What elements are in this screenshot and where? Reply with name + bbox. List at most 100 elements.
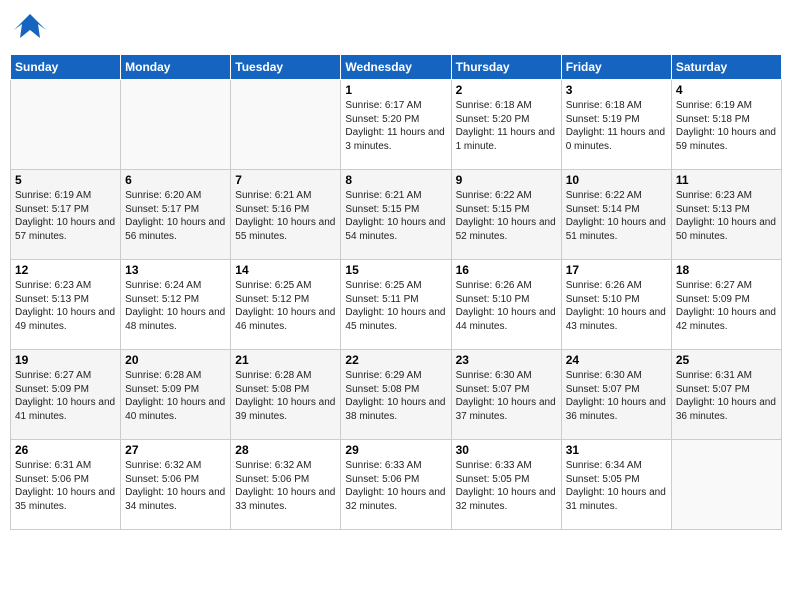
day-info: Sunrise: 6:32 AMSunset: 5:06 PMDaylight:… [235, 459, 336, 513]
calendar-day-18: 18 Sunrise: 6:27 AMSunset: 5:09 PMDayligh… [671, 260, 781, 350]
calendar-empty-cell [121, 80, 231, 170]
day-info: Sunrise: 6:23 AMSunset: 5:13 PMDaylight:… [15, 279, 116, 333]
day-number: 19 [15, 353, 116, 367]
weekday-header-thursday: Thursday [451, 55, 561, 80]
calendar-week-row: 12 Sunrise: 6:23 AMSunset: 5:13 PMDayligh… [11, 260, 782, 350]
day-info: Sunrise: 6:20 AMSunset: 5:17 PMDaylight:… [125, 189, 226, 243]
day-number: 21 [235, 353, 336, 367]
day-info: Sunrise: 6:18 AMSunset: 5:19 PMDaylight:… [566, 99, 667, 153]
weekday-header-tuesday: Tuesday [231, 55, 341, 80]
day-number: 28 [235, 443, 336, 457]
day-info: Sunrise: 6:21 AMSunset: 5:16 PMDaylight:… [235, 189, 336, 243]
day-number: 9 [456, 173, 557, 187]
calendar-header-row: SundayMondayTuesdayWednesdayThursdayFrid… [11, 55, 782, 80]
day-info: Sunrise: 6:22 AMSunset: 5:14 PMDaylight:… [566, 189, 667, 243]
day-number: 12 [15, 263, 116, 277]
calendar-day-17: 17 Sunrise: 6:26 AMSunset: 5:10 PMDayligh… [561, 260, 671, 350]
day-number: 6 [125, 173, 226, 187]
day-number: 7 [235, 173, 336, 187]
day-number: 22 [345, 353, 446, 367]
weekday-header-sunday: Sunday [11, 55, 121, 80]
calendar-day-5: 5 Sunrise: 6:19 AMSunset: 5:17 PMDaylight… [11, 170, 121, 260]
day-info: Sunrise: 6:33 AMSunset: 5:05 PMDaylight:… [456, 459, 557, 513]
calendar-day-6: 6 Sunrise: 6:20 AMSunset: 5:17 PMDaylight… [121, 170, 231, 260]
day-number: 31 [566, 443, 667, 457]
page-header [10, 10, 782, 46]
day-info: Sunrise: 6:27 AMSunset: 5:09 PMDaylight:… [676, 279, 777, 333]
calendar-week-row: 19 Sunrise: 6:27 AMSunset: 5:09 PMDayligh… [11, 350, 782, 440]
day-info: Sunrise: 6:31 AMSunset: 5:06 PMDaylight:… [15, 459, 116, 513]
calendar-day-16: 16 Sunrise: 6:26 AMSunset: 5:10 PMDayligh… [451, 260, 561, 350]
day-number: 23 [456, 353, 557, 367]
day-info: Sunrise: 6:24 AMSunset: 5:12 PMDaylight:… [125, 279, 226, 333]
day-number: 18 [676, 263, 777, 277]
day-info: Sunrise: 6:30 AMSunset: 5:07 PMDaylight:… [566, 369, 667, 423]
calendar-day-9: 9 Sunrise: 6:22 AMSunset: 5:15 PMDaylight… [451, 170, 561, 260]
calendar-day-15: 15Sunrise: 6:25 AMSunset: 5:11 PMDayligh… [341, 260, 451, 350]
weekday-header-monday: Monday [121, 55, 231, 80]
day-number: 5 [15, 173, 116, 187]
day-number: 17 [566, 263, 667, 277]
calendar-day-2: 2 Sunrise: 6:18 AMSunset: 5:20 PMDaylight… [451, 80, 561, 170]
calendar-day-22: 22 Sunrise: 6:29 AMSunset: 5:08 PMDayligh… [341, 350, 451, 440]
calendar-day-21: 21 Sunrise: 6:28 AMSunset: 5:08 PMDayligh… [231, 350, 341, 440]
calendar-empty-cell [11, 80, 121, 170]
day-info: Sunrise: 6:32 AMSunset: 5:06 PMDaylight:… [125, 459, 226, 513]
calendar-week-row: 5 Sunrise: 6:19 AMSunset: 5:17 PMDaylight… [11, 170, 782, 260]
day-info: Sunrise: 6:28 AMSunset: 5:08 PMDaylight:… [235, 369, 336, 423]
day-info: Sunrise: 6:23 AMSunset: 5:13 PMDaylight:… [676, 189, 777, 243]
day-info: Sunrise: 6:26 AMSunset: 5:10 PMDaylight:… [566, 279, 667, 333]
calendar-day-26: 26Sunrise: 6:31 AMSunset: 5:06 PMDayligh… [11, 440, 121, 530]
calendar-day-11: 11 Sunrise: 6:23 AMSunset: 5:13 PMDayligh… [671, 170, 781, 260]
day-info: Sunrise: 6:26 AMSunset: 5:10 PMDaylight:… [456, 279, 557, 333]
day-info: Sunrise: 6:31 AMSunset: 5:07 PMDaylight:… [676, 369, 777, 423]
calendar-day-1: 1 Sunrise: 6:17 AMSunset: 5:20 PMDaylight… [341, 80, 451, 170]
day-info: Sunrise: 6:19 AMSunset: 5:18 PMDaylight:… [676, 99, 777, 153]
calendar-day-13: 13 Sunrise: 6:24 AMSunset: 5:12 PMDayligh… [121, 260, 231, 350]
day-number: 27 [125, 443, 226, 457]
calendar-day-3: 3 Sunrise: 6:18 AMSunset: 5:19 PMDaylight… [561, 80, 671, 170]
day-number: 10 [566, 173, 667, 187]
day-number: 1 [345, 83, 446, 97]
day-number: 24 [566, 353, 667, 367]
day-info: Sunrise: 6:28 AMSunset: 5:09 PMDaylight:… [125, 369, 226, 423]
calendar-empty-cell [231, 80, 341, 170]
calendar-table: SundayMondayTuesdayWednesdayThursdayFrid… [10, 54, 782, 530]
day-number: 15 [345, 263, 446, 277]
day-number: 13 [125, 263, 226, 277]
day-number: 3 [566, 83, 667, 97]
calendar-day-23: 23 Sunrise: 6:30 AMSunset: 5:07 PMDayligh… [451, 350, 561, 440]
calendar-day-4: 4Sunrise: 6:19 AMSunset: 5:18 PMDaylight… [671, 80, 781, 170]
calendar-day-31: 31 Sunrise: 6:34 AMSunset: 5:05 PMDayligh… [561, 440, 671, 530]
calendar-day-8: 8Sunrise: 6:21 AMSunset: 5:15 PMDaylight… [341, 170, 451, 260]
calendar-day-10: 10 Sunrise: 6:22 AMSunset: 5:14 PMDayligh… [561, 170, 671, 260]
calendar-week-row: 1 Sunrise: 6:17 AMSunset: 5:20 PMDaylight… [11, 80, 782, 170]
calendar-day-20: 20Sunrise: 6:28 AMSunset: 5:09 PMDayligh… [121, 350, 231, 440]
day-info: Sunrise: 6:17 AMSunset: 5:20 PMDaylight:… [345, 99, 446, 153]
calendar-day-29: 29 Sunrise: 6:33 AMSunset: 5:06 PMDayligh… [341, 440, 451, 530]
calendar-day-30: 30Sunrise: 6:33 AMSunset: 5:05 PMDayligh… [451, 440, 561, 530]
calendar-day-14: 14 Sunrise: 6:25 AMSunset: 5:12 PMDayligh… [231, 260, 341, 350]
day-number: 29 [345, 443, 446, 457]
calendar-empty-cell [671, 440, 781, 530]
day-info: Sunrise: 6:21 AMSunset: 5:15 PMDaylight:… [345, 189, 446, 243]
day-info: Sunrise: 6:33 AMSunset: 5:06 PMDaylight:… [345, 459, 446, 513]
calendar-day-7: 7 Sunrise: 6:21 AMSunset: 5:16 PMDaylight… [231, 170, 341, 260]
day-info: Sunrise: 6:25 AMSunset: 5:12 PMDaylight:… [235, 279, 336, 333]
day-info: Sunrise: 6:18 AMSunset: 5:20 PMDaylight:… [456, 99, 557, 153]
weekday-header-friday: Friday [561, 55, 671, 80]
day-number: 14 [235, 263, 336, 277]
day-info: Sunrise: 6:22 AMSunset: 5:15 PMDaylight:… [456, 189, 557, 243]
day-number: 11 [676, 173, 777, 187]
day-number: 2 [456, 83, 557, 97]
calendar-week-row: 26Sunrise: 6:31 AMSunset: 5:06 PMDayligh… [11, 440, 782, 530]
day-info: Sunrise: 6:19 AMSunset: 5:17 PMDaylight:… [15, 189, 116, 243]
calendar-day-24: 24 Sunrise: 6:30 AMSunset: 5:07 PMDayligh… [561, 350, 671, 440]
day-info: Sunrise: 6:27 AMSunset: 5:09 PMDaylight:… [15, 369, 116, 423]
day-info: Sunrise: 6:34 AMSunset: 5:05 PMDaylight:… [566, 459, 667, 513]
day-number: 16 [456, 263, 557, 277]
logo [10, 10, 48, 46]
calendar-day-19: 19 Sunrise: 6:27 AMSunset: 5:09 PMDayligh… [11, 350, 121, 440]
day-info: Sunrise: 6:30 AMSunset: 5:07 PMDaylight:… [456, 369, 557, 423]
day-info: Sunrise: 6:29 AMSunset: 5:08 PMDaylight:… [345, 369, 446, 423]
